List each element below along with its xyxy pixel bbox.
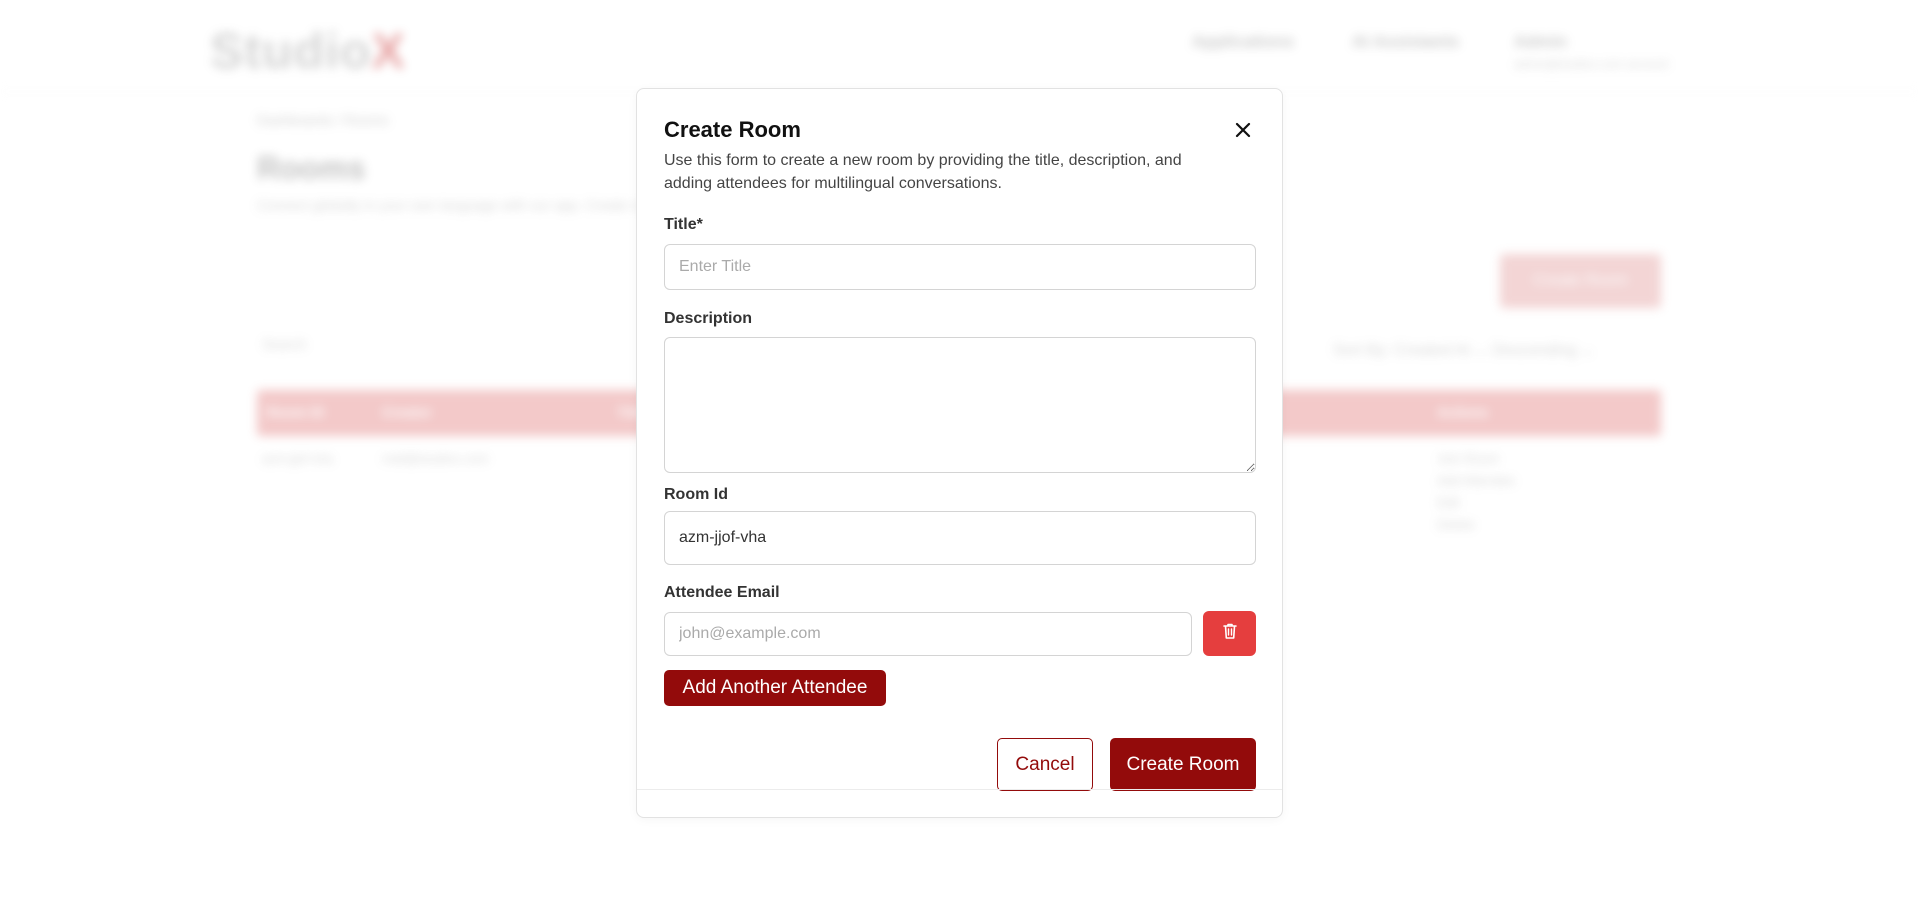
close-button[interactable] bbox=[1230, 117, 1256, 143]
title-input[interactable] bbox=[664, 244, 1256, 290]
bg-search-input: Search bbox=[262, 336, 307, 352]
description-label: Description bbox=[664, 310, 753, 327]
close-icon bbox=[1230, 117, 1256, 143]
cancel-button[interactable]: Cancel bbox=[997, 738, 1093, 791]
title-label: Title* bbox=[664, 216, 703, 233]
page-title: Rooms bbox=[257, 150, 366, 186]
nav-ai-assistants: AI Assistants bbox=[1352, 32, 1460, 51]
column-header: Creator bbox=[382, 404, 432, 420]
nav-admin-subtext: admin@studiox.com account bbox=[1514, 57, 1669, 71]
nav-applications: Applications bbox=[1192, 32, 1295, 51]
app-logo: StudioX bbox=[210, 23, 406, 79]
table-cell: mail@studiox.com bbox=[382, 451, 489, 466]
column-header: Actions bbox=[1437, 404, 1489, 420]
add-another-attendee-button[interactable]: Add Another Attendee bbox=[664, 670, 886, 706]
nav-admin: Admin bbox=[1514, 32, 1567, 51]
create-room-modal: Create Room Use this form to create a ne… bbox=[636, 88, 1283, 818]
modal-description: Use this form to create a new room by pr… bbox=[664, 152, 1182, 192]
trash-icon bbox=[1222, 622, 1238, 645]
table-cell: azm-jjof-vha bbox=[262, 451, 333, 466]
bg-sort-controls: Sort By: Created At ⌄ Descending ⌄ bbox=[1333, 342, 1595, 359]
room-id-label: Room Id bbox=[664, 486, 728, 503]
room-id-input[interactable] bbox=[664, 511, 1256, 565]
modal-title: Create Room bbox=[664, 117, 801, 142]
modal-divider bbox=[637, 789, 1282, 790]
description-textarea[interactable] bbox=[664, 337, 1256, 473]
remove-attendee-button[interactable] bbox=[1203, 611, 1256, 656]
bg-create-room-button: Create Room bbox=[1500, 254, 1661, 308]
attendee-email-input[interactable] bbox=[664, 612, 1192, 656]
table-cell-actions: Join Room Add Attendee Edit Delete bbox=[1437, 451, 1516, 532]
breadcrumb: Dashboards / Rooms bbox=[257, 112, 389, 128]
create-room-button[interactable]: Create Room bbox=[1110, 738, 1256, 791]
attendee-email-label: Attendee Email bbox=[664, 584, 780, 601]
column-header: Room ID bbox=[267, 404, 325, 420]
